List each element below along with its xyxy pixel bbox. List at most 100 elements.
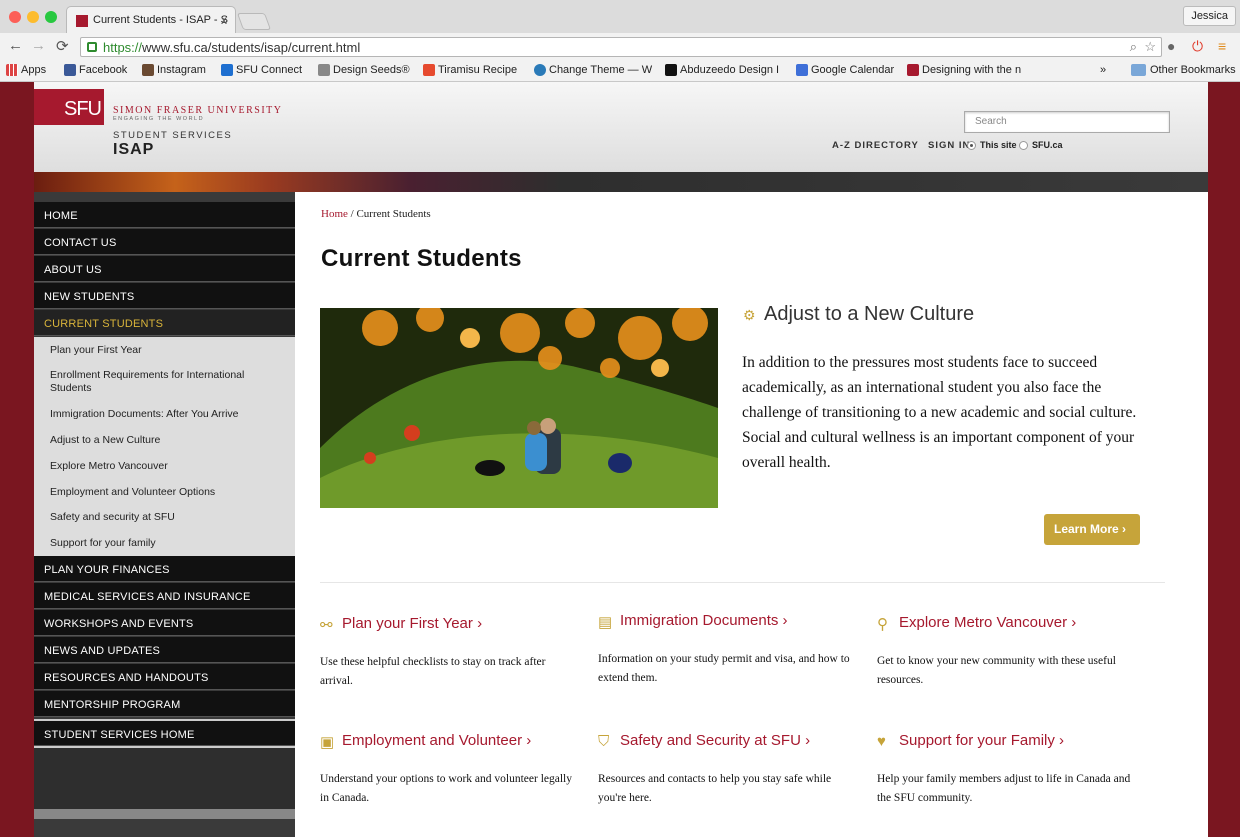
card-title-link[interactable]: Explore Metro Vancouver ›	[877, 614, 1076, 631]
subnav-item[interactable]: Explore Metro Vancouver	[50, 460, 168, 473]
bookmarks-overflow[interactable]: »	[1100, 64, 1106, 76]
subnav-item[interactable]: Adjust to a New Culture	[50, 434, 160, 447]
sfu-connect-icon	[221, 64, 233, 76]
instagram-icon	[142, 64, 154, 76]
radio-sfu[interactable]: SFU.ca	[1019, 140, 1063, 150]
sidebar-footer-bar	[34, 809, 295, 819]
url-text: www.sfu.ca/students/isap/current.html	[142, 40, 361, 55]
subnav-item[interactable]: Plan your First Year	[50, 344, 142, 357]
tab-bar: Current Students - ISAP - S x Jessica	[0, 0, 1240, 33]
bookmark-design-seeds[interactable]: Design Seeds®	[318, 64, 410, 76]
card-title-link[interactable]: Immigration Documents ›	[598, 612, 788, 629]
card-title-link[interactable]: Plan your First Year ›	[320, 615, 482, 632]
bookmarks-bar: Apps Facebook Instagram SFU Connect Desi…	[0, 60, 1240, 82]
bookmark-tiramisu[interactable]: Tiramisu Recipe	[423, 64, 517, 76]
minimize-window-icon[interactable]	[27, 11, 39, 23]
header-banner-image	[34, 172, 1208, 192]
zoom-icon[interactable]: ⌕	[1130, 39, 1137, 55]
browser-tab[interactable]: Current Students - ISAP - S x	[66, 6, 236, 33]
sign-in-link[interactable]: SIGN IN	[928, 140, 970, 151]
radio-selected-icon	[967, 141, 976, 150]
other-bookmarks[interactable]: Other Bookmarks	[1131, 64, 1236, 76]
breadcrumb: Home / Current Students	[321, 208, 431, 220]
bookmark-change-theme[interactable]: Change Theme — W	[534, 64, 652, 76]
profile-button[interactable]: Jessica	[1183, 6, 1236, 26]
recipe-icon	[423, 64, 435, 76]
radio-this-site[interactable]: This site	[967, 140, 1017, 150]
web-page: SFU SIMON FRASER UNIVERSITY ENGAGING THE…	[34, 82, 1208, 837]
subnav-item[interactable]: Enrollment Requirements for Internationa…	[50, 369, 275, 395]
close-window-icon[interactable]	[9, 11, 21, 23]
subnav-item[interactable]: Support for your family	[50, 537, 156, 550]
extension-drop-icon[interactable]: ●	[1167, 38, 1175, 54]
university-name: SIMON FRASER UNIVERSITY	[113, 105, 283, 116]
address-bar[interactable]: https://www.sfu.ca/students/isap/current…	[80, 37, 1162, 57]
card-title-link[interactable]: Employment and Volunteer ›	[320, 732, 531, 749]
calendar-icon	[796, 64, 808, 76]
power-extension-icon[interactable]: ⏻	[1192, 38, 1203, 55]
search-input[interactable]: Search	[964, 111, 1170, 133]
back-icon[interactable]: ←	[8, 37, 23, 54]
unit-name: STUDENT SERVICES	[113, 130, 233, 141]
nav-current-students[interactable]: CURRENT STUDENTS	[34, 310, 295, 336]
sidebar: HOME CONTACT US ABOUT US NEW STUDENTS CU…	[34, 192, 295, 837]
subnav: Plan your First Year Enrollment Requirem…	[34, 337, 295, 556]
forward-icon[interactable]: →	[31, 37, 46, 54]
nav-medical[interactable]: MEDICAL SERVICES AND INSURANCE	[34, 583, 295, 609]
nav-news[interactable]: NEWS AND UPDATES	[34, 637, 295, 663]
url-scheme: https://	[103, 40, 143, 55]
maximize-window-icon[interactable]	[45, 11, 57, 23]
nav-home[interactable]: HOME	[34, 202, 295, 228]
card-text: Understand your options to work and volu…	[320, 773, 572, 804]
wordpress-icon	[534, 64, 546, 76]
lock-icon	[87, 42, 97, 52]
az-directory-link[interactable]: A-Z DIRECTORY	[832, 140, 919, 151]
facebook-icon	[64, 64, 76, 76]
learn-more-button[interactable]: Learn More ›	[1044, 514, 1140, 545]
site-header: SFU SIMON FRASER UNIVERSITY ENGAGING THE…	[34, 82, 1208, 172]
subnav-item[interactable]: Safety and security at SFU	[50, 511, 175, 524]
nav-plan-finances[interactable]: PLAN YOUR FINANCES	[34, 556, 295, 582]
bookmark-designing[interactable]: Designing with the n	[907, 64, 1021, 76]
nav-about-us[interactable]: ABOUT US	[34, 256, 295, 282]
sfu-bookmark-icon	[907, 64, 919, 76]
card-title-link[interactable]: Support for your Family ›	[877, 732, 1064, 749]
subnav-item[interactable]: Employment and Volunteer Options	[50, 486, 215, 499]
bookmark-sfu-connect[interactable]: SFU Connect	[221, 64, 302, 76]
browser-chrome: Current Students - ISAP - S x Jessica ← …	[0, 0, 1240, 82]
bookmark-facebook[interactable]: Facebook	[64, 64, 127, 76]
bookmark-abduzeedo[interactable]: Abduzeedo Design I	[665, 64, 779, 76]
breadcrumb-current: Current Students	[356, 208, 431, 220]
abduzeedo-icon	[665, 64, 677, 76]
department-name[interactable]: ISAP	[113, 141, 154, 159]
card-text: Get to know your new community with thes…	[877, 655, 1116, 686]
gear-icon: ⚙	[743, 307, 756, 323]
card-title-link[interactable]: Safety and Security at SFU ›	[598, 732, 810, 749]
nav-mentorship[interactable]: MENTORSHIP PROGRAM	[34, 691, 295, 717]
tab-close-icon[interactable]: x	[221, 13, 227, 27]
sfu-favicon-icon	[76, 15, 88, 27]
new-tab-button[interactable]	[236, 13, 272, 30]
design-seeds-icon	[318, 64, 330, 76]
star-icon[interactable]: ☆	[1144, 39, 1156, 55]
folder-icon	[1131, 64, 1146, 76]
menu-icon[interactable]: ≡	[1218, 38, 1226, 54]
radio-icon	[1019, 141, 1028, 150]
apps-icon	[6, 64, 18, 76]
bookmark-apps[interactable]: Apps	[6, 64, 46, 76]
nav-contact-us[interactable]: CONTACT US	[34, 229, 295, 255]
reload-icon[interactable]: ⟳	[56, 37, 69, 55]
card-text: Help your family members adjust to life …	[877, 773, 1131, 804]
breadcrumb-home-link[interactable]: Home	[321, 208, 348, 220]
nav-resources[interactable]: RESOURCES AND HANDOUTS	[34, 664, 295, 690]
nav-workshops[interactable]: WORKSHOPS AND EVENTS	[34, 610, 295, 636]
subnav-item[interactable]: Immigration Documents: After You Arrive	[50, 408, 239, 421]
nav-student-services-home[interactable]: STUDENT SERVICES HOME	[34, 719, 295, 746]
nav-new-students[interactable]: NEW STUDENTS	[34, 283, 295, 309]
sidebar-footer	[34, 746, 295, 811]
sfu-logo[interactable]: SFU	[34, 89, 104, 125]
bookmark-google-calendar[interactable]: Google Calendar	[796, 64, 894, 76]
tagline: ENGAGING THE WORLD	[113, 116, 205, 122]
bookmark-instagram[interactable]: Instagram	[142, 64, 206, 76]
students-photo	[320, 308, 718, 508]
